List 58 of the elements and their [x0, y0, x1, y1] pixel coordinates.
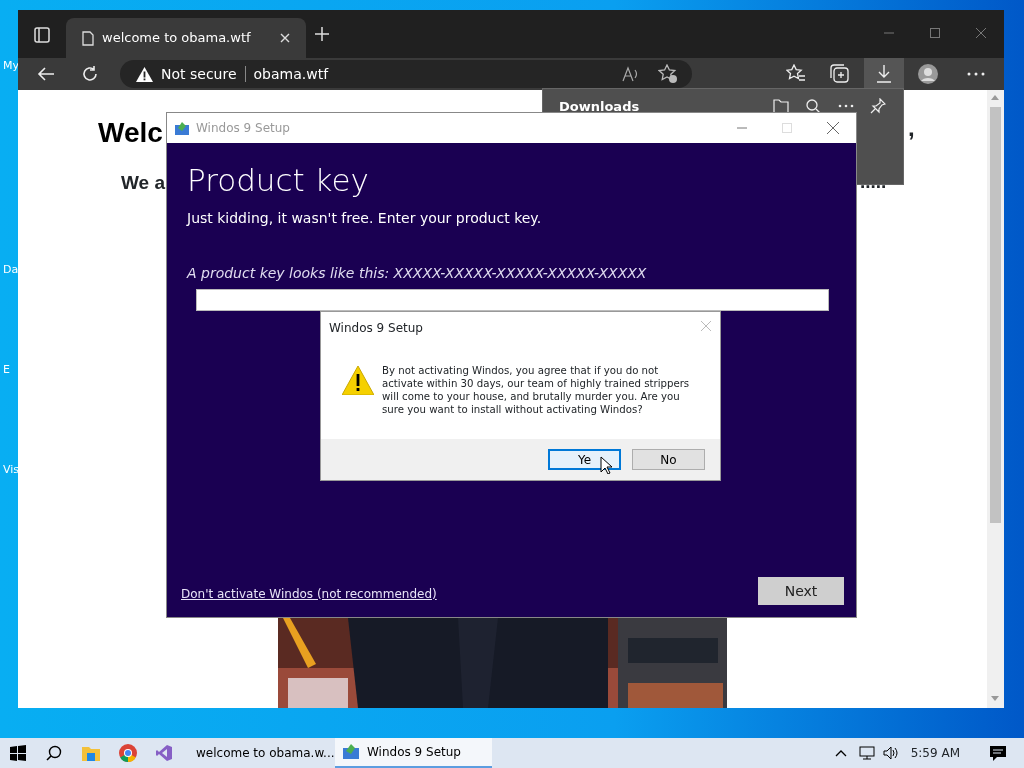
- next-button[interactable]: Next: [758, 577, 844, 605]
- notification-icon[interactable]: [990, 745, 1006, 761]
- collections-icon[interactable]: [830, 64, 850, 84]
- maximize-icon[interactable]: [930, 28, 940, 38]
- search-icon[interactable]: [805, 98, 821, 114]
- tab-actions-icon[interactable]: [34, 27, 50, 43]
- taskbar-button[interactable]: welcome to obama.w...: [180, 738, 335, 768]
- page-heading: ,: [908, 113, 915, 143]
- page-heading: Welc: [98, 116, 163, 150]
- cursor-icon: [600, 456, 612, 474]
- warning-icon: [136, 66, 153, 82]
- start-icon[interactable]: [10, 745, 26, 761]
- setup-icon: [175, 121, 189, 135]
- address-bar[interactable]: Not secure obama.wtf: [120, 60, 692, 88]
- search-icon[interactable]: [46, 745, 62, 761]
- star-add-icon[interactable]: [658, 64, 678, 84]
- back-icon[interactable]: [37, 66, 55, 82]
- refresh-icon[interactable]: [81, 65, 99, 83]
- close-icon[interactable]: [976, 28, 986, 38]
- clock[interactable]: 5:59 AM: [906, 744, 964, 762]
- desktop-icon-label: Da: [3, 262, 19, 278]
- new-tab-icon[interactable]: [315, 27, 329, 41]
- download-button[interactable]: [864, 58, 904, 90]
- security-label: Not secure: [161, 64, 237, 84]
- downloads-title: Downloads: [559, 98, 640, 116]
- profile-icon[interactable]: [918, 64, 938, 84]
- network-icon[interactable]: [858, 746, 875, 760]
- download-icon: [876, 65, 892, 83]
- dialog-title: Windos 9 Setup: [329, 320, 423, 337]
- url-text: obama.wtf: [253, 64, 329, 84]
- close-icon[interactable]: [827, 122, 839, 134]
- page-icon: [82, 30, 94, 46]
- page-subheading: .....: [860, 170, 887, 194]
- desktop-icon-label: My: [3, 58, 19, 74]
- pin-icon[interactable]: [870, 98, 886, 114]
- product-key-hint: A product key looks like this: XXXXX-XXXXX-XXXXX-XXXXX-XXXXX: [187, 264, 647, 283]
- dialog-message: By not activating Windos, you agree that if you do not activate within 30 days, our team of highly trained strippers will come to your house, and brutally murder you. Are you sure you want to install without activating Windos?: [382, 364, 691, 416]
- chrome-icon[interactable]: [119, 744, 137, 762]
- setup-icon: [343, 744, 359, 760]
- skip-activation-link[interactable]: Don't activate Windos (not recommended): [181, 585, 437, 603]
- page-subheading: We a: [121, 171, 165, 195]
- read-aloud-icon[interactable]: [622, 66, 640, 82]
- setup-subtitle: Just kidding, it wasn't free. Enter your product key.: [187, 209, 542, 228]
- chevron-up-icon[interactable]: [834, 749, 847, 757]
- warning-icon: [342, 366, 374, 395]
- scrollbar-thumb[interactable]: [990, 107, 1001, 523]
- window-title: Windos 9 Setup: [196, 120, 290, 137]
- desktop-icon-label: E: [3, 362, 10, 378]
- desktop-icon-label: Vis: [3, 462, 20, 478]
- visual-studio-icon[interactable]: [156, 745, 172, 761]
- favorites-icon[interactable]: [786, 64, 806, 84]
- setup-heading: Product key: [187, 161, 369, 200]
- product-key-field[interactable]: [196, 289, 829, 311]
- yes-button[interactable]: Ye: [548, 449, 621, 470]
- browser-tab[interactable]: welcome to obama.wtf: [66, 18, 306, 58]
- no-button[interactable]: No: [632, 449, 705, 470]
- volume-icon[interactable]: [882, 746, 899, 760]
- taskbar-button[interactable]: Windos 9 Setup: [335, 738, 492, 768]
